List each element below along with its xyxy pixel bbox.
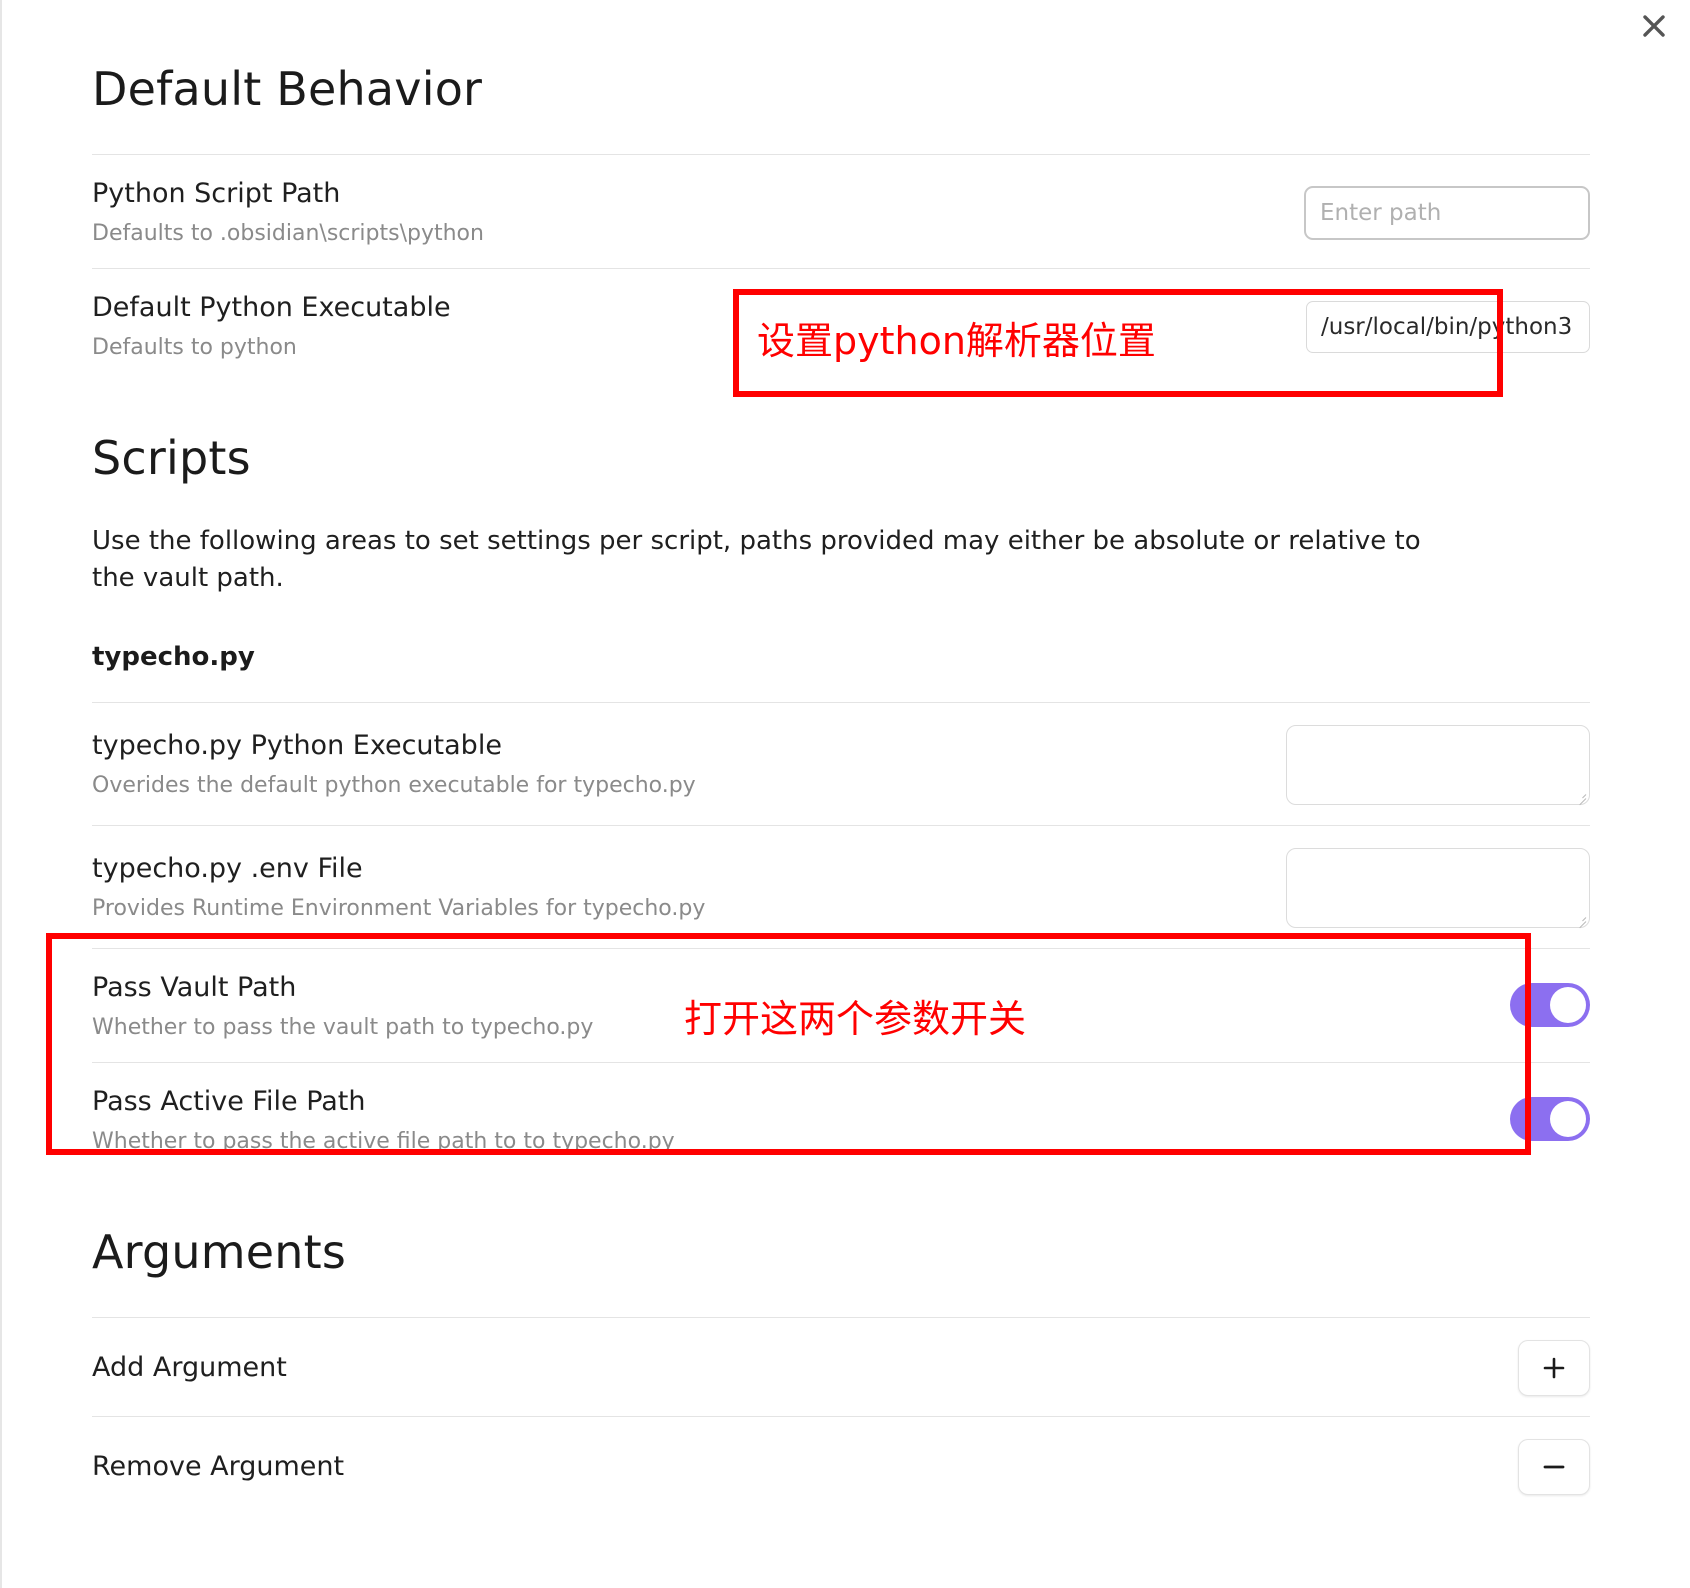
arguments-heading: Arguments [92,1224,346,1279]
default-python-executable-input[interactable] [1306,301,1590,354]
toggle-knob [1550,986,1586,1023]
setting-control [1518,1438,1590,1495]
setting-control [1304,185,1590,240]
minus-icon [1541,1454,1567,1480]
setting-info: Default Python Executable Defaults to py… [92,291,1282,362]
toggle-knob [1550,1101,1586,1138]
pass-active-file-path-toggle[interactable] [1510,1097,1590,1142]
setting-name: typecho.py .env File [92,853,363,885]
close-icon [1639,11,1669,41]
pass-vault-path-toggle[interactable] [1510,982,1590,1027]
python-script-path-input[interactable] [1304,185,1590,240]
script-file-name: typecho.py [92,642,255,673]
scripts-heading: Scripts [92,430,251,485]
setting-description: Provides Runtime Environment Variables f… [92,896,706,922]
setting-info: Remove Argument [92,1450,1494,1484]
setting-description: Whether to pass the active file path to … [92,1129,675,1155]
setting-control [1286,725,1590,806]
script-python-executable-textarea[interactable] [1286,725,1590,806]
settings-content: Default Behavior Python Script Path Defa… [92,62,1590,1515]
setting-row-add-argument: Add Argument [92,1318,1590,1416]
setting-name: typecho.py Python Executable [92,730,502,762]
setting-row-python-script-path: Python Script Path Defaults to .obsidian… [92,155,1590,268]
setting-name: Python Script Path [92,178,341,209]
setting-control [1286,848,1590,929]
setting-name: Add Argument [92,1351,287,1383]
setting-name: Default Python Executable [92,292,451,324]
remove-argument-button[interactable] [1518,1438,1590,1495]
plus-icon [1541,1355,1567,1381]
setting-row-pass-active-file-path: Pass Active File Path Whether to pass th… [92,1063,1590,1176]
setting-info: Add Argument [92,1351,1494,1385]
setting-info: Pass Active File Path Whether to pass th… [92,1085,1486,1156]
setting-control [1306,301,1590,354]
setting-row-script-python-executable: typecho.py Python Executable Overides th… [92,703,1590,825]
setting-row-script-env-file: typecho.py .env File Provides Runtime En… [92,826,1590,948]
setting-name: Pass Vault Path [92,972,297,1004]
scripts-description: Use the following areas to set settings … [92,525,1421,594]
setting-description: Defaults to .obsidian\scripts\python [92,220,484,246]
setting-row-remove-argument: Remove Argument [92,1417,1590,1515]
setting-description: Whether to pass the vault path to typech… [92,1014,594,1040]
setting-row-pass-vault-path: Pass Vault Path Whether to pass the vaul… [92,949,1590,1062]
close-button[interactable] [1634,6,1674,46]
setting-control [1518,1339,1590,1396]
setting-control [1510,1097,1590,1145]
setting-info: Pass Vault Path Whether to pass the vaul… [92,971,1486,1042]
add-argument-button[interactable] [1518,1339,1590,1396]
setting-name: Remove Argument [92,1450,345,1482]
script-env-file-textarea[interactable] [1286,848,1590,929]
setting-control [1510,982,1590,1031]
setting-info: typecho.py Python Executable Overides th… [92,729,1262,800]
setting-row-default-python-executable: Default Python Executable Defaults to py… [92,269,1590,382]
setting-name: Pass Active File Path [92,1086,366,1118]
page-left-border [0,0,2,1588]
setting-description: Defaults to python [92,335,297,361]
default-behavior-heading: Default Behavior [92,62,483,116]
setting-info: Python Script Path Defaults to .obsidian… [92,177,1280,248]
setting-description: Overides the default python executable f… [92,773,696,799]
setting-info: typecho.py .env File Provides Runtime En… [92,852,1262,923]
